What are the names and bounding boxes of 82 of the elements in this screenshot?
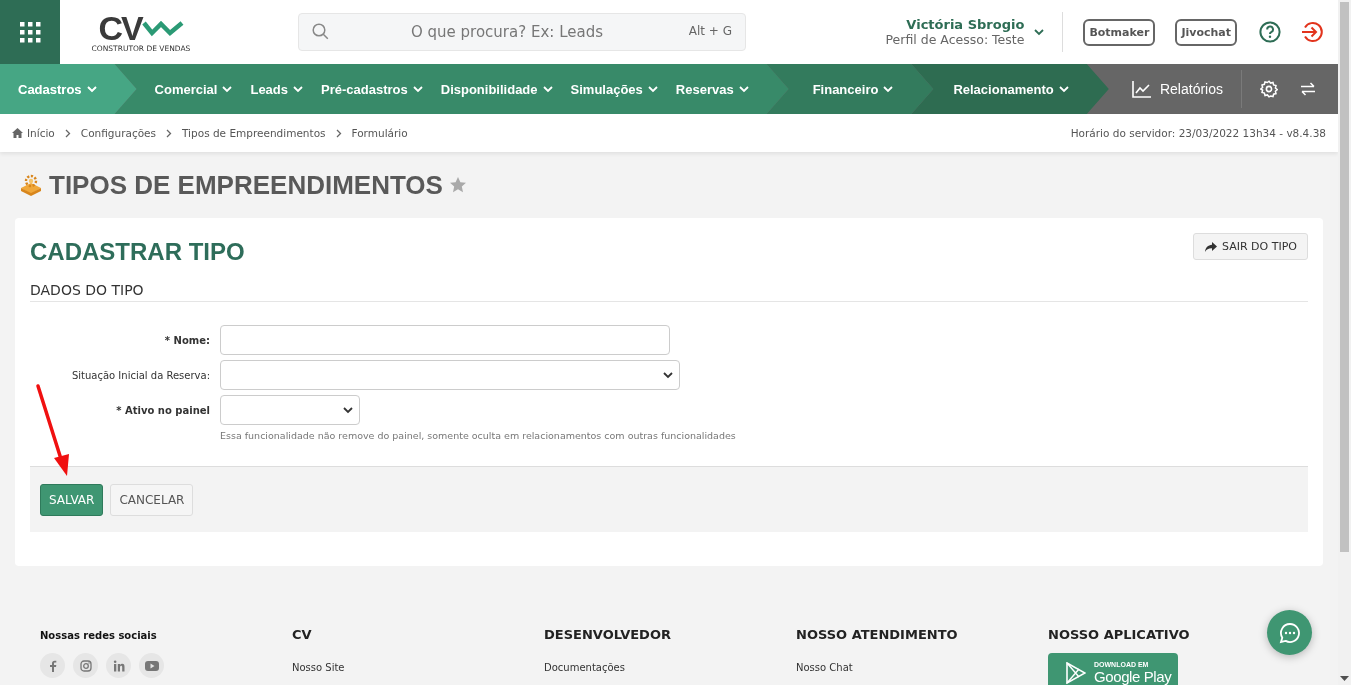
page-title: TIPOS DE EMPREENDIMENTOS	[49, 169, 443, 201]
chevron-right-icon	[166, 128, 173, 138]
field-label: Situação Inicial da Reserva:	[70, 369, 210, 381]
reports-link[interactable]: Relatórios	[1131, 76, 1223, 102]
chevron-right-icon	[64, 128, 71, 138]
breadcrumb-link[interactable]: Configurações	[80, 127, 157, 139]
home-icon	[12, 128, 23, 138]
field-hint: Essa funcionalidade não remove do painel, somente oculta em relacionamentos com outras funcionalidades	[220, 430, 737, 441]
server-time: Horário do servidor: 23/03/2022 13h34 - v8.4.38	[1070, 127, 1326, 139]
input-field[interactable]	[220, 325, 670, 355]
shortcut-hint: Alt + G	[688, 24, 732, 38]
chat-bubble-icon	[1278, 621, 1301, 644]
nav-menu-item[interactable]: Leads	[250, 77, 304, 101]
video-play-icon	[144, 660, 159, 671]
settings-icon[interactable]	[1260, 80, 1278, 98]
chevron-down-icon	[86, 85, 97, 93]
nav-menu-item[interactable]: Pré-cadastros	[321, 77, 423, 101]
save-button[interactable]: SALVAR	[40, 483, 104, 516]
exit-button[interactable]: SAIR DO TIPO	[1193, 233, 1308, 260]
footer-heading: NOSSO ATENDIMENTO	[796, 627, 958, 642]
nav-menu-item[interactable]: Comercial	[154, 77, 233, 101]
scroll-down-icon[interactable]	[1340, 676, 1349, 681]
wave-logo-icon	[141, 18, 184, 37]
form-title: CADASTRAR TIPO	[30, 238, 245, 266]
footer-heading: DESENVOLVEDOR	[544, 627, 671, 642]
logo-text: CV	[98, 11, 142, 44]
chevron-down-icon	[883, 85, 894, 93]
select-field[interactable]	[220, 395, 360, 425]
chevron-down-icon	[1034, 28, 1045, 36]
chat-service-button[interactable]: Jivochat	[1175, 18, 1237, 46]
breadcrumb-link[interactable]: Tipos de Empreendimentos	[182, 127, 326, 139]
social-link[interactable]	[73, 653, 98, 678]
apps-menu-button[interactable]	[0, 0, 60, 64]
chevron-right-icon	[335, 128, 342, 138]
chevron-down-icon	[222, 85, 233, 93]
access-profile: Perfil de Acesso: Teste	[885, 32, 1025, 47]
footer-heading: CV	[292, 627, 312, 642]
swap-icon[interactable]	[1300, 82, 1316, 96]
chat-service-button[interactable]: Botmaker	[1083, 18, 1156, 46]
select-field[interactable]	[220, 360, 680, 390]
instagram-icon	[79, 659, 92, 672]
star-icon[interactable]	[448, 176, 467, 194]
chevron-down-icon	[343, 406, 353, 414]
linkedin-icon	[112, 659, 125, 672]
share-arrow-icon	[1205, 241, 1217, 252]
grid-icon	[18, 20, 42, 44]
line-chart-icon	[1131, 80, 1151, 98]
footer-heading: Nossas redes sociais	[40, 630, 157, 641]
chevron-down-icon	[412, 85, 423, 93]
breadcrumb-link[interactable]: Formulário	[351, 127, 408, 139]
search-icon	[312, 23, 329, 40]
play-store-icon	[1066, 662, 1086, 684]
field-label: * Ativo no painel	[115, 404, 210, 416]
scrollbar-thumb[interactable]	[1340, 2, 1349, 552]
nav-menu-item[interactable]: Simulações	[570, 77, 658, 101]
chevron-down-icon	[293, 85, 304, 93]
social-link[interactable]	[106, 653, 131, 678]
field-label: * Nome:	[163, 334, 210, 346]
chevron-down-icon	[1058, 85, 1069, 93]
social-link[interactable]	[40, 653, 65, 678]
nav-menu-item[interactable]: Disponibilidade	[440, 77, 553, 101]
cancel-button[interactable]: CANCELAR	[110, 483, 194, 516]
help-icon[interactable]	[1259, 21, 1281, 43]
section-heading: DADOS DO TIPO	[30, 282, 1308, 302]
facebook-icon	[48, 659, 57, 672]
logout-icon[interactable]	[1301, 21, 1323, 43]
nav-menu-item[interactable]: Financeiro	[812, 77, 894, 101]
chevron-down-icon	[647, 85, 658, 93]
chat-button[interactable]	[1267, 610, 1312, 655]
box-gear-icon	[19, 173, 43, 197]
chevron-down-icon	[738, 85, 749, 93]
chevron-down-icon	[663, 371, 673, 379]
nav-menu-item[interactable]: Relacionamento	[953, 77, 1069, 101]
chevron-down-icon	[542, 85, 553, 93]
breadcrumb-link[interactable]: Início	[12, 127, 55, 139]
footer-link[interactable]: Documentações	[544, 662, 796, 673]
user-name[interactable]: Victória Sbrogio	[906, 17, 1025, 32]
footer-heading: NOSSO APLICATIVO	[1048, 627, 1190, 642]
social-link[interactable]	[139, 653, 164, 678]
footer-link[interactable]: Nosso Chat	[796, 662, 1048, 673]
footer-link[interactable]: Nosso Site	[292, 662, 544, 673]
nav-menu-item[interactable]: Reservas	[675, 77, 749, 101]
